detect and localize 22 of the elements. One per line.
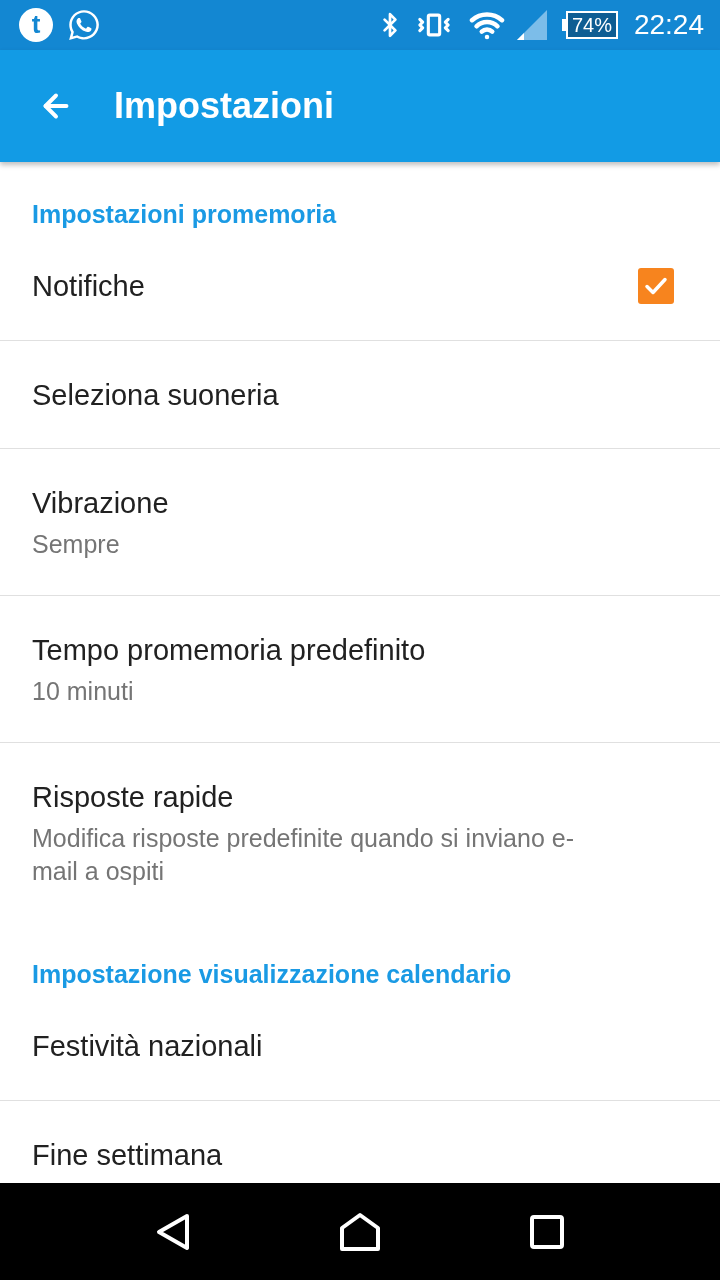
phone-bubble-icon <box>67 8 101 42</box>
back-icon[interactable] <box>156 1212 191 1251</box>
setting-summary: Sempre <box>32 529 120 560</box>
signal-icon <box>516 10 547 40</box>
home-icon[interactable] <box>339 1211 381 1252</box>
checkbox[interactable] <box>638 268 674 304</box>
setting-title[interactable]: Risposte rapide <box>32 779 234 815</box>
recent-apps-icon[interactable] <box>529 1214 564 1249</box>
setting-summary: Modifica risposte predefinite quando si inviano e-mail a ospiti <box>32 823 575 887</box>
setting-title[interactable]: Seleziona suoneria <box>32 376 279 413</box>
chat-bubble-icon: t <box>19 8 53 42</box>
setting-title[interactable]: Notifiche <box>32 268 145 304</box>
battery-indicator: 74% <box>561 11 618 39</box>
setting-title[interactable]: Tempo promemoria predefinito <box>32 632 426 668</box>
setting-title[interactable]: Fine settimana <box>32 1136 223 1173</box>
setting-title[interactable]: Festività nazionali <box>32 1028 263 1064</box>
section-header: Impostazioni promemoria <box>32 200 337 228</box>
status-time: 22:24 <box>633 11 704 39</box>
setting-title[interactable]: Vibrazione <box>32 485 169 521</box>
app-bar-title: Impostazioni <box>114 88 334 124</box>
section-header: Impostazione visualizzazione calendario <box>32 960 512 988</box>
setting-summary: 10 minuti <box>32 676 134 707</box>
